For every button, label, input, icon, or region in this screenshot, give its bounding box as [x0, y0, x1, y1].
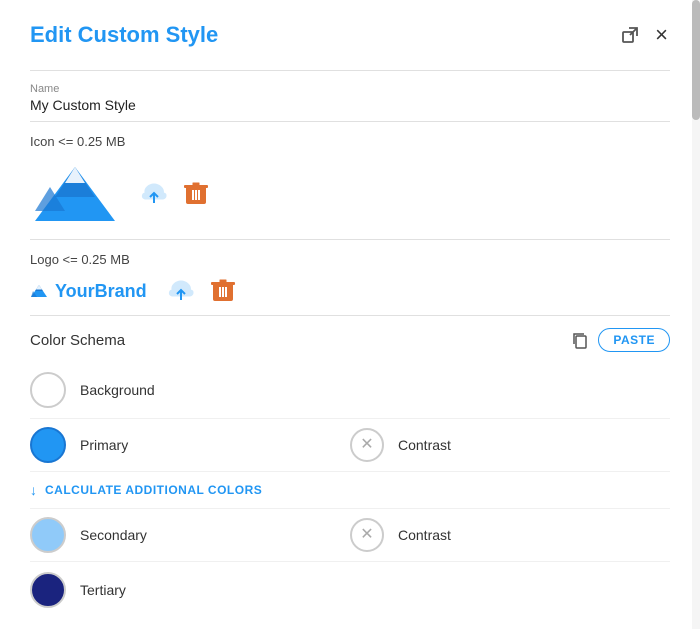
name-label: Name — [30, 83, 670, 95]
secondary-half: Secondary — [30, 517, 350, 553]
icon-upload-button[interactable] — [140, 180, 168, 208]
tertiary-swatch[interactable] — [30, 572, 66, 608]
contrast-secondary-label: Contrast — [398, 527, 451, 543]
scrollbar-track — [692, 0, 700, 629]
color-schema-header: Color Schema PASTE — [30, 328, 670, 352]
calculate-row: ↓ CALCULATE ADDITIONAL COLORS — [30, 472, 670, 509]
icon-area — [30, 159, 670, 229]
calculate-icon: ↓ — [30, 482, 37, 498]
icon-section: Icon <= 0.25 MB — [30, 134, 670, 229]
logo-actions — [167, 277, 235, 305]
paste-schema-button[interactable]: PASTE — [598, 328, 670, 352]
header: Edit Custom Style × — [30, 20, 670, 50]
contrast-secondary-swatch[interactable]: ✕ — [350, 518, 384, 552]
contrast-secondary-half: ✕ Contrast — [350, 518, 670, 552]
icon-label: Icon <= 0.25 MB — [30, 134, 670, 149]
logo-divider — [30, 315, 670, 316]
secondary-swatch[interactable] — [30, 517, 66, 553]
copy-schema-button[interactable] — [570, 330, 590, 350]
name-divider — [30, 121, 670, 122]
contrast-primary-label: Contrast — [398, 437, 451, 453]
name-value: My Custom Style — [30, 97, 670, 113]
secondary-label: Secondary — [80, 527, 147, 543]
color-row-secondary: Secondary ✕ Contrast — [30, 509, 670, 562]
logo-label: Logo <= 0.25 MB — [30, 252, 670, 267]
edit-panel: Edit Custom Style × Name My Custom Style — [10, 0, 690, 618]
icon-divider — [30, 239, 670, 240]
close-button[interactable]: × — [653, 20, 670, 50]
logo-section: Logo <= 0.25 MB YourBrand — [30, 252, 670, 305]
color-row-primary: Primary ✕ Contrast — [30, 419, 670, 472]
color-schema-actions: PASTE — [570, 328, 670, 352]
logo-upload-button[interactable] — [167, 277, 195, 305]
color-row-background: Background — [30, 362, 670, 419]
background-label: Background — [80, 382, 155, 398]
icon-delete-button[interactable] — [184, 180, 208, 208]
page-title: Edit Custom Style — [30, 22, 218, 48]
primary-label: Primary — [80, 437, 128, 453]
logo-delete-button[interactable] — [211, 277, 235, 305]
color-schema-section: Color Schema PASTE Background — [30, 328, 670, 618]
mountain-icon — [30, 159, 120, 229]
header-icons: × — [619, 20, 670, 50]
outer-wrapper: Edit Custom Style × Name My Custom Style — [0, 0, 700, 629]
icon-actions — [140, 180, 208, 208]
calculate-button[interactable]: CALCULATE ADDITIONAL COLORS — [45, 483, 262, 497]
color-row-tertiary: Tertiary — [30, 562, 670, 618]
scrollbar-thumb[interactable] — [692, 0, 700, 120]
tertiary-label: Tertiary — [80, 582, 126, 598]
primary-swatch[interactable] — [30, 427, 66, 463]
background-swatch[interactable] — [30, 372, 66, 408]
logo-area: YourBrand — [30, 277, 670, 305]
contrast-primary-swatch[interactable]: ✕ — [350, 428, 384, 462]
contrast-primary-half: ✕ Contrast — [350, 428, 670, 462]
header-divider — [30, 70, 670, 71]
primary-half: Primary — [30, 427, 350, 463]
external-link-button[interactable] — [619, 24, 641, 46]
color-schema-title: Color Schema — [30, 332, 125, 349]
logo-display: YourBrand — [30, 281, 147, 302]
name-section: Name My Custom Style — [30, 83, 670, 113]
